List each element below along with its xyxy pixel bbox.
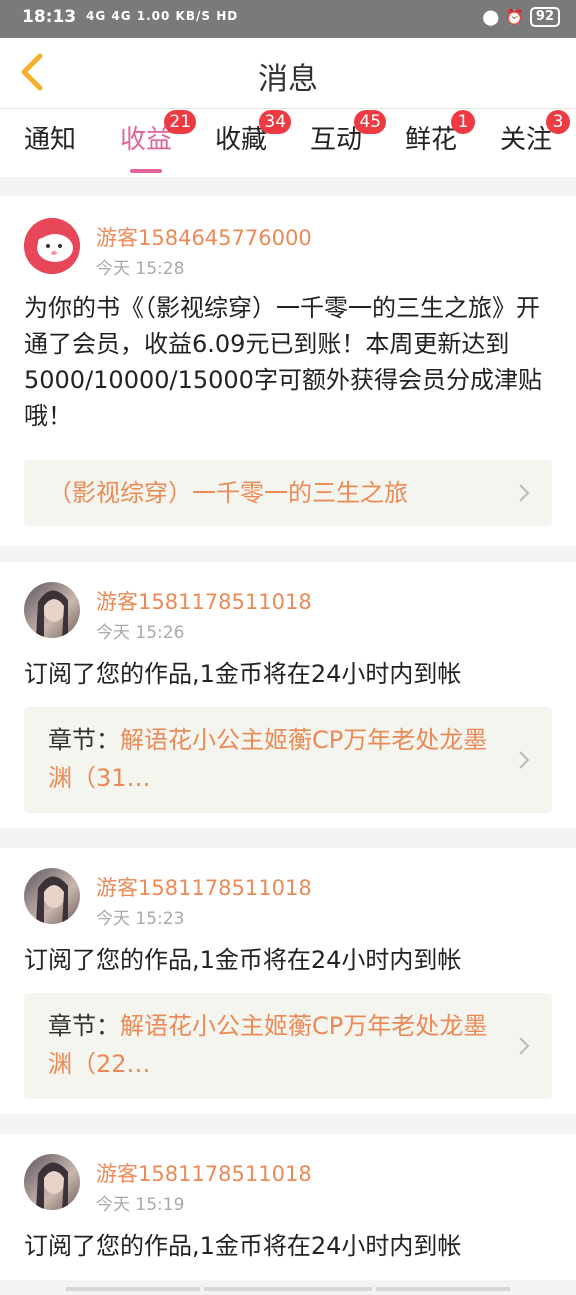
message-text: 为你的书《（影视综穿）一千零一的三生之旅》开通了会员，收益6.09元已到账！本周… [24,294,542,430]
message-card: 游客1584645776000 今天 15:28 为你的书《（影视综穿）一千零一… [0,196,576,546]
bottom-nav-hint [0,1276,576,1291]
alarm-icon: ⏰ [505,8,524,26]
chapter-link[interactable]: 章节：解语花小公主姬蘅CP万年老处龙墨渊（31… [24,707,552,813]
avatar[interactable] [24,218,80,274]
chapter-prefix: 章节： [48,1012,120,1040]
avatar[interactable] [24,582,80,638]
chapter-prefix: 章节： [48,726,120,754]
user-photo-icon [36,590,68,638]
tab-badge: 45 [354,110,387,134]
username[interactable]: 游客1584645776000 [96,222,312,252]
battery-icon: 92 [529,7,560,27]
username[interactable]: 游客1581178511018 [96,872,312,902]
status-time: 18:13 [22,7,77,27]
message-time: 今天 15:26 [96,623,185,643]
location-icon: ⬤ [482,8,500,26]
tab-favorites[interactable]: 收藏 34 [215,110,292,156]
tab-badge: 3 [546,110,571,134]
tab-flowers[interactable]: 鲜花 1 [405,110,476,156]
message-time: 今天 15:28 [96,259,185,279]
tab-interactions[interactable]: 互动 45 [310,110,387,156]
message-time: 今天 15:19 [96,1195,185,1215]
message-time: 今天 15:23 [96,909,185,929]
tab-notifications[interactable]: 通知 [24,119,76,156]
message-card: 游客1581178511018 今天 15:19 订阅了您的作品,1金币将在24… [0,1134,576,1280]
active-tab-indicator [130,169,162,173]
chevron-right-icon [519,1037,530,1055]
message-text: 订阅了您的作品,1金币将在24小时内到帐 [24,660,462,688]
user-photo-icon [36,1162,68,1210]
chevron-right-icon [519,751,530,769]
app-header: 消息 [0,38,576,109]
tab-follows[interactable]: 关注 3 [500,110,571,156]
tab-badge: 1 [451,110,476,134]
avatar[interactable] [24,1154,80,1210]
tab-label: 关注 [500,125,553,155]
chapter-link-text: 章节：解语花小公主姬蘅CP万年老处龙墨渊（31… [48,721,496,797]
chapter-link[interactable]: 章节：解语花小公主姬蘅CP万年老处龙墨渊（22… [24,993,552,1099]
tab-badge: 21 [164,110,197,134]
tab-badge: 34 [259,110,292,134]
chapter-link-text: 章节：解语花小公主姬蘅CP万年老处龙墨渊（22… [48,1007,496,1083]
cartoon-avatar-icon [24,218,80,274]
message-text: 订阅了您的作品,1金币将在24小时内到帐 [24,1232,462,1260]
tab-label: 鲜花 [405,125,458,155]
book-link[interactable]: （影视综穿）一千零一的三生之旅 [24,460,552,526]
username[interactable]: 游客1581178511018 [96,586,312,616]
username[interactable]: 游客1581178511018 [96,1158,312,1188]
message-card: 游客1581178511018 今天 15:26 订阅了您的作品,1金币将在24… [0,562,576,828]
chevron-right-icon [519,484,530,502]
message-text: 订阅了您的作品,1金币将在24小时内到帐 [24,946,462,974]
tab-bar: 通知 收益 21 收藏 34 互动 45 鲜花 1 关注 3 [0,109,576,177]
page-title: 消息 [258,62,318,97]
book-title: （影视综穿）一千零一的三生之旅 [48,479,408,507]
status-bar: 18:13 4G 4G 1.00 KB/S HD ⬤ ⏰ 92 [0,0,576,38]
signal-info: 4G 4G 1.00 KB/S HD [86,9,239,23]
tab-label: 通知 [24,125,77,155]
message-card: 游客1581178511018 今天 15:23 订阅了您的作品,1金币将在24… [0,848,576,1114]
avatar[interactable] [24,868,80,924]
user-photo-icon [36,876,68,924]
tab-earnings[interactable]: 收益 21 [120,110,197,173]
